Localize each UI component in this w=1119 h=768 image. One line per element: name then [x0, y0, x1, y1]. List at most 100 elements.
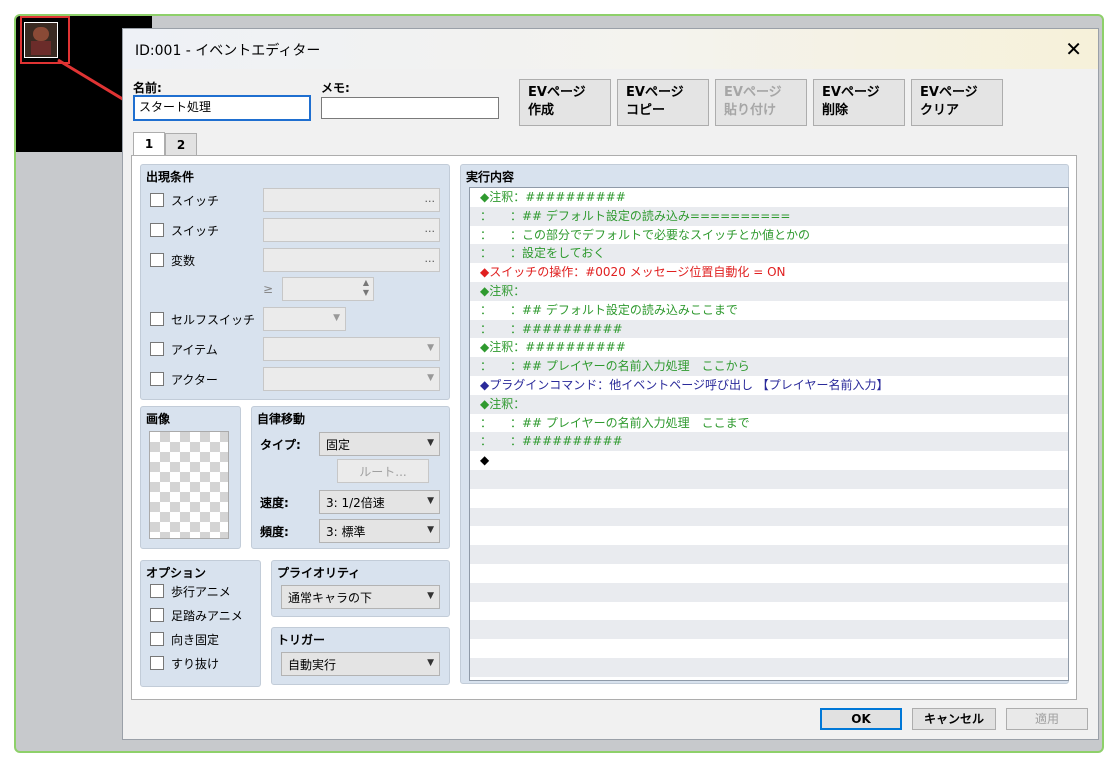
list-item[interactable]: ◆プラグインコマンド：他イベントページ呼び出し 【プレイヤー名前入力】	[470, 376, 1068, 395]
list-item[interactable]: ◆注釈：##########	[470, 338, 1068, 357]
stepping-anim-checkbox[interactable]	[150, 608, 164, 622]
list-item[interactable]: ： ：## デフォルト設定の読み込みここまで	[470, 301, 1068, 320]
cancel-button[interactable]: キャンセル	[912, 708, 996, 730]
event-editor-dialog: ID:001 - イベントエディター ✕ 名前: スタート処理 メモ: EVペー…	[122, 28, 1099, 740]
self-switch-dropdown[interactable]: ▼	[263, 307, 346, 331]
switch1-checkbox[interactable]	[150, 193, 164, 207]
chevron-down-icon: ▼	[427, 438, 434, 448]
variable-checkbox[interactable]	[150, 253, 164, 267]
speed-dropdown[interactable]: 3: 1/2倍速 ▼	[319, 490, 440, 514]
list-item[interactable]: ： ：設定をしておく	[470, 244, 1068, 264]
ev-clear-line2: クリア	[920, 103, 960, 118]
self-switch-checkbox[interactable]	[150, 312, 164, 326]
ev-paste-line1: EVページ	[724, 85, 782, 100]
route-button[interactable]: ルート...	[337, 459, 429, 483]
trigger-dropdown[interactable]: 自動実行 ▼	[281, 652, 440, 676]
actor-label: アクター	[171, 373, 218, 387]
ok-button[interactable]: OK	[820, 708, 902, 730]
list-item[interactable]	[470, 564, 1068, 583]
memo-label: メモ:	[321, 81, 350, 95]
ev-delete-line1: EVページ	[822, 85, 880, 100]
memo-input[interactable]	[321, 97, 499, 119]
walking-anim-checkbox[interactable]	[150, 584, 164, 598]
item-dropdown[interactable]: ▼	[263, 337, 440, 361]
autonomous-title: 自律移動	[257, 412, 306, 426]
direction-fix-checkbox[interactable]	[150, 632, 164, 646]
list-item[interactable]	[470, 582, 1068, 602]
item-checkbox[interactable]	[150, 342, 164, 356]
list-item[interactable]: ： ：この部分でデフォルトで必要なスイッチとか値とかの	[470, 226, 1068, 245]
list-item[interactable]: ◆	[470, 451, 1068, 470]
chevron-down-icon: ▼	[427, 525, 434, 535]
type-value: 固定	[326, 438, 351, 452]
chevron-down-icon: ▼	[427, 373, 434, 383]
list-item[interactable]: ◆注釈：	[470, 394, 1068, 414]
list-item[interactable]: ： ：## プレイヤーの名前入力処理 ここまで	[470, 414, 1068, 433]
ge-symbol: ≥	[263, 282, 274, 296]
options-title: オプション	[146, 566, 207, 580]
variable-field[interactable]: ...	[263, 248, 440, 272]
ev-copy-line2: コピー	[626, 103, 666, 118]
through-checkbox[interactable]	[150, 656, 164, 670]
trigger-value: 自動実行	[288, 658, 337, 672]
switch2-dots: ...	[424, 222, 436, 235]
chevron-down-icon: ▼	[427, 591, 434, 601]
list-item[interactable]	[470, 639, 1068, 658]
ev-page-delete-button[interactable]: EVページ 削除	[813, 79, 905, 126]
frequency-value: 3: 標準	[326, 525, 366, 539]
list-item[interactable]	[470, 469, 1068, 489]
actor-checkbox[interactable]	[150, 372, 164, 386]
options-panel: オプション 歩行アニメ 足踏みアニメ 向き固定 すり抜け	[140, 560, 261, 687]
trigger-panel: トリガー 自動実行 ▼	[271, 627, 450, 685]
list-item[interactable]: ： ：## プレイヤーの名前入力処理 ここから	[470, 357, 1068, 376]
list-item[interactable]: ◆注釈：##########	[470, 188, 1068, 207]
close-icon[interactable]: ✕	[1065, 37, 1082, 61]
list-item[interactable]: ◆スイッチの操作：#0020 メッセージ位置自動化 = ON	[470, 263, 1068, 282]
ev-create-line2: 作成	[528, 103, 555, 118]
tab-page-2[interactable]: 2	[165, 133, 197, 157]
image-preview[interactable]	[149, 431, 229, 539]
priority-title: プライオリティ	[277, 566, 361, 580]
chevron-down-icon: ▼	[427, 496, 434, 506]
ev-page-copy-button[interactable]: EVページ コピー	[617, 79, 709, 126]
conditions-panel: 出現条件 スイッチ ... スイッチ ... 変数 ... ≥ ▲ ▼ セルフスイ…	[140, 164, 450, 400]
spinner-arrows-icon[interactable]: ▲ ▼	[363, 278, 369, 298]
frequency-dropdown[interactable]: 3: 標準 ▼	[319, 519, 440, 543]
list-item[interactable]: ： ：##########	[470, 432, 1068, 452]
ev-page-paste-button[interactable]: EVページ 貼り付け	[715, 79, 807, 126]
contents-title: 実行内容	[466, 170, 515, 184]
priority-dropdown[interactable]: 通常キャラの下 ▼	[281, 585, 440, 609]
list-item[interactable]: ： ：##########	[470, 319, 1068, 339]
title-bar: ID:001 - イベントエディター ✕	[123, 29, 1098, 69]
variable-value-spinner[interactable]: ▲ ▼	[282, 277, 374, 301]
stepping-anim-label: 足踏みアニメ	[171, 609, 243, 623]
variable-dots: ...	[424, 252, 436, 265]
list-item[interactable]	[470, 602, 1068, 621]
switch2-field[interactable]: ...	[263, 218, 440, 242]
switch2-checkbox[interactable]	[150, 223, 164, 237]
image-panel: 画像	[140, 406, 241, 549]
item-label: アイテム	[171, 343, 218, 357]
chevron-down-icon: ▼	[333, 313, 340, 323]
ev-create-line1: EVページ	[528, 85, 586, 100]
list-item[interactable]	[470, 620, 1068, 640]
list-item[interactable]	[470, 489, 1068, 508]
actor-dropdown[interactable]: ▼	[263, 367, 440, 391]
command-list[interactable]: ◆注釈：##########： ：## デフォルト設定の読み込み========…	[469, 187, 1069, 681]
type-dropdown[interactable]: 固定 ▼	[319, 432, 440, 456]
walking-anim-label: 歩行アニメ	[171, 585, 231, 599]
name-label: 名前:	[133, 81, 162, 95]
list-item[interactable]	[470, 526, 1068, 545]
chevron-down-icon: ▼	[427, 658, 434, 668]
list-item[interactable]	[470, 545, 1068, 564]
list-item[interactable]	[470, 657, 1068, 677]
switch1-field[interactable]: ...	[263, 188, 440, 212]
name-input[interactable]: スタート処理	[133, 95, 311, 121]
apply-button[interactable]: 適用	[1006, 708, 1088, 730]
list-item[interactable]	[470, 507, 1068, 527]
ev-page-create-button[interactable]: EVページ作成	[519, 79, 611, 126]
type-label: タイプ:	[260, 438, 301, 452]
ev-page-clear-button[interactable]: EVページ クリア	[911, 79, 1003, 126]
list-item[interactable]: ： ：## デフォルト設定の読み込み==========	[470, 206, 1068, 226]
list-item[interactable]: ◆注釈：	[470, 281, 1068, 301]
